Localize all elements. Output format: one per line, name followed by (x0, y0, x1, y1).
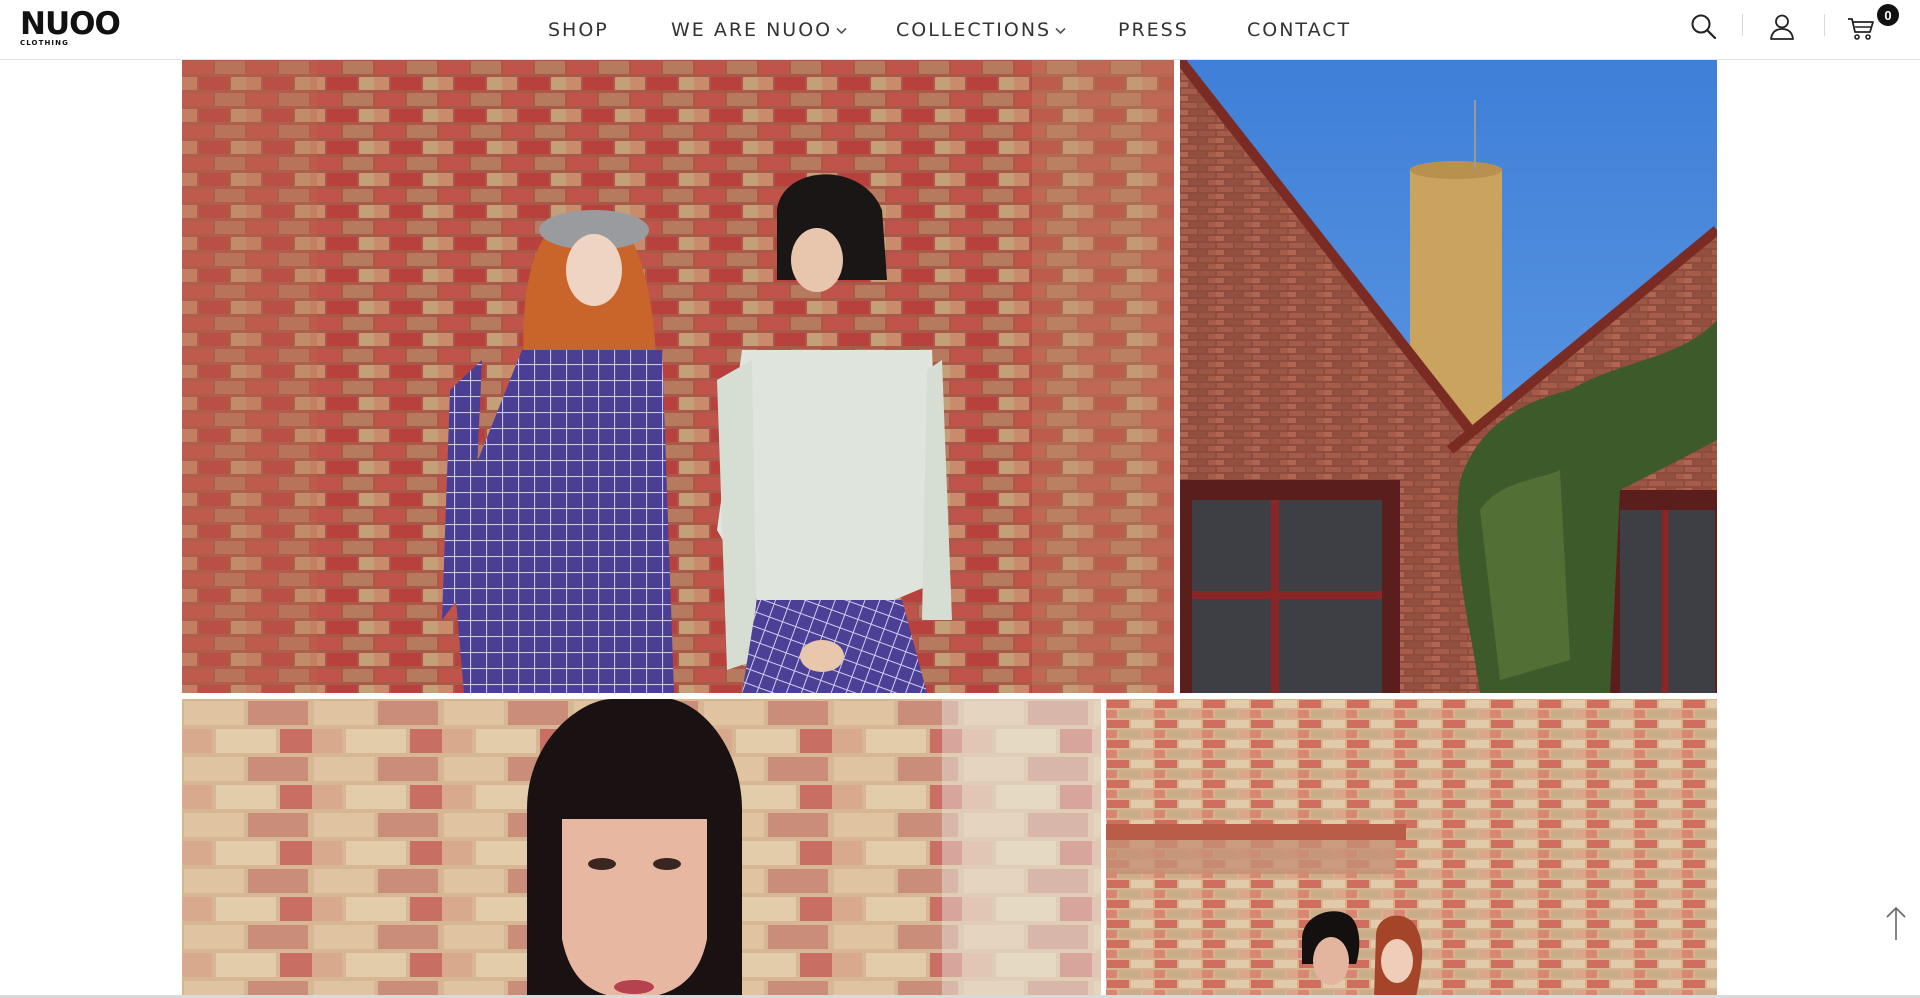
nav-item-shop[interactable]: SHOP (548, 18, 609, 42)
cart-count-badge: 0 (1877, 4, 1899, 26)
gallery-photo-models-brick-wall[interactable] (182, 60, 1174, 693)
nav-label: PRESS (1118, 19, 1189, 41)
arrow-up-icon[interactable] (1882, 904, 1910, 942)
cart-icon[interactable] (1846, 11, 1878, 43)
site-header: NUOO CLOTHING SHOP WE ARE NUOO COLLECTIO… (0, 0, 1920, 60)
header-divider (1824, 14, 1825, 36)
gallery-photo-brick-building[interactable] (1180, 60, 1717, 693)
gallery-photo-models-wide[interactable] (1106, 699, 1717, 998)
nav-item-contact[interactable]: CONTACT (1247, 18, 1351, 42)
nav-item-collections[interactable]: COLLECTIONS (896, 18, 1066, 42)
main-nav: SHOP WE ARE NUOO COLLECTIONS PRESS CONTA… (0, 0, 1920, 60)
gallery-photo-model-closeup[interactable] (182, 699, 1101, 998)
nav-label: COLLECTIONS (896, 19, 1052, 41)
header-divider (1742, 14, 1743, 36)
nav-item-press[interactable]: PRESS (1118, 18, 1189, 42)
chevron-down-icon (836, 25, 847, 38)
user-icon[interactable] (1766, 11, 1798, 43)
nav-label: SHOP (548, 19, 609, 41)
nav-label: CONTACT (1247, 19, 1352, 41)
chevron-down-icon (1055, 25, 1066, 38)
nav-label: WE ARE NUOO (671, 19, 833, 41)
nav-item-we-are-nuoo[interactable]: WE ARE NUOO (671, 18, 847, 42)
search-icon[interactable] (1688, 11, 1720, 43)
